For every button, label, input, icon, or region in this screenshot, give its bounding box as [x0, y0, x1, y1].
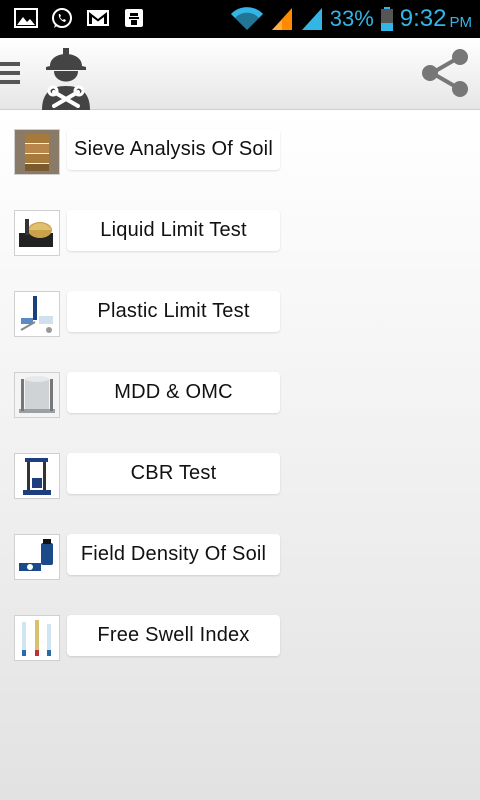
battery-percent: 33%	[329, 6, 374, 31]
list-item[interactable]: Plastic Limit Test	[14, 291, 280, 337]
gmail-icon	[87, 10, 109, 26]
field-density-button[interactable]: Field Density Of Soil	[67, 534, 280, 575]
clock-time: 9:32	[399, 5, 447, 32]
liquid-limit-button[interactable]: Liquid Limit Test	[67, 210, 280, 251]
cbr-test-button[interactable]: CBR Test	[67, 453, 280, 494]
cell-signal-icon	[271, 8, 292, 30]
hamburger-menu-icon[interactable]	[0, 62, 20, 86]
gallery-icon	[14, 8, 38, 28]
battery-icon	[380, 7, 393, 31]
cbr-machine-icon[interactable]	[14, 453, 60, 499]
engineer-with-tools-icon[interactable]	[36, 40, 96, 110]
free-swell-index-button[interactable]: Free Swell Index	[67, 615, 280, 656]
cell-signal-icon	[301, 8, 322, 30]
sieve-analysis-button[interactable]: Sieve Analysis Of Soil	[67, 129, 280, 170]
list-item[interactable]: CBR Test	[14, 453, 280, 499]
share-icon[interactable]	[418, 46, 472, 100]
whatsapp-icon	[52, 8, 72, 28]
list-item[interactable]: MDD & OMC	[14, 372, 280, 418]
cylinders-icon[interactable]	[14, 615, 60, 661]
sieve-stack-icon[interactable]	[14, 129, 60, 175]
casagrande-apparatus-icon[interactable]	[14, 210, 60, 256]
list-item[interactable]: Free Swell Index	[14, 615, 280, 661]
list-item[interactable]: Liquid Limit Test	[14, 210, 280, 256]
mdd-omc-button[interactable]: MDD & OMC	[67, 372, 280, 413]
sand-cone-icon[interactable]	[14, 534, 60, 580]
test-list: Sieve Analysis Of Soil Liquid Limit Test	[0, 110, 480, 800]
clock-ampm: PM	[449, 13, 473, 31]
list-item[interactable]: Sieve Analysis Of Soil	[14, 129, 280, 175]
list-item[interactable]: Field Density Of Soil	[14, 534, 280, 580]
plastic-limit-button[interactable]: Plastic Limit Test	[67, 291, 280, 332]
plastic-limit-tools-icon[interactable]	[14, 291, 60, 337]
wifi-icon	[230, 7, 263, 31]
action-bar	[0, 38, 480, 110]
emblem-icon	[125, 9, 143, 27]
status-bar: 33% 9:32 PM	[0, 0, 480, 38]
proctor-mould-icon[interactable]	[14, 372, 60, 418]
